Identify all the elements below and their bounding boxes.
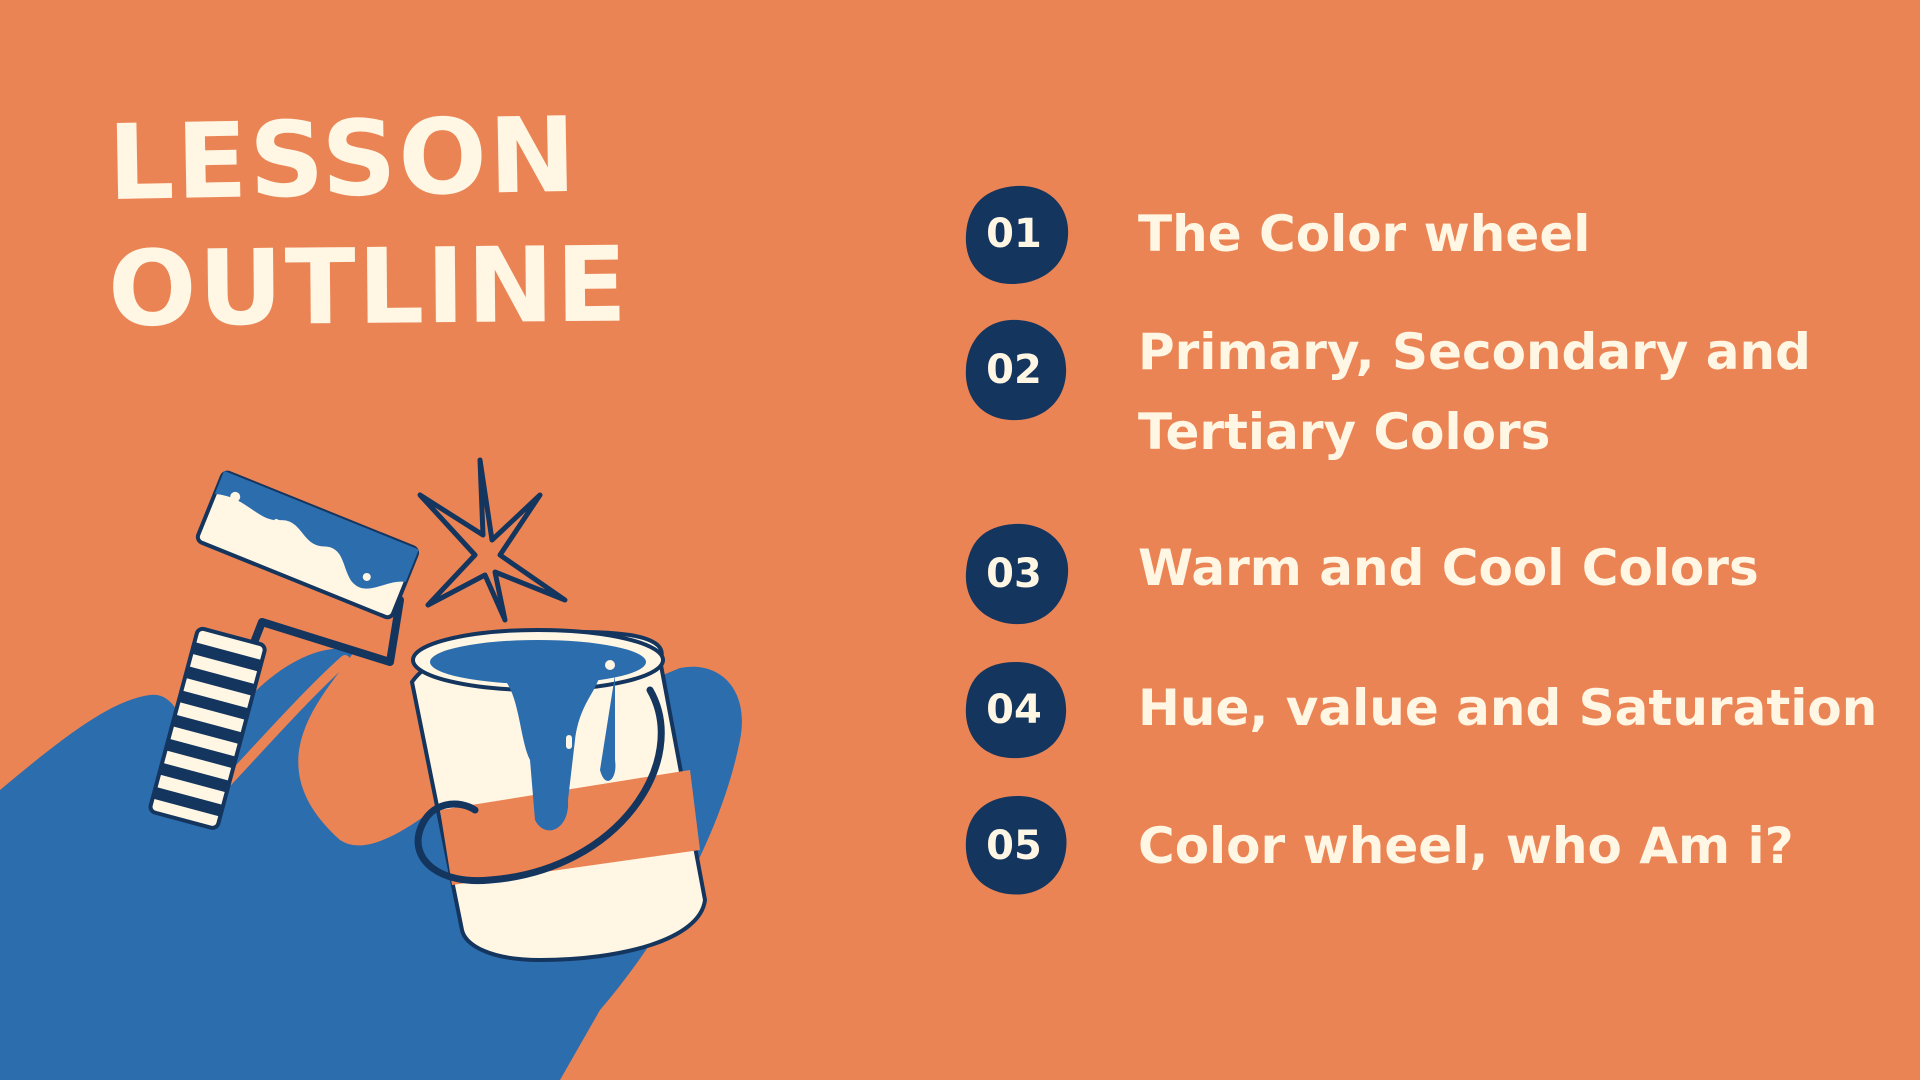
item-number: 01 [986,211,1042,257]
number-badge: 02 [960,316,1072,424]
number-badge: 05 [960,792,1072,900]
item-number: 05 [986,823,1042,869]
title-line-2: OUTLINE [107,223,630,350]
item-label-line-2: Tertiary Colors [1138,403,1551,461]
item-label: Hue, value and Saturation [1138,679,1878,737]
sparkle-icon [417,457,568,623]
number-badge: 01 [960,180,1072,288]
item-label-line-1: Primary, Secondary and [1138,323,1811,381]
item-label: The Color wheel [1138,205,1591,263]
item-label: Warm and Cool Colors [1138,539,1759,597]
number-badge: 03 [960,520,1072,628]
item-number: 02 [986,347,1042,393]
number-badge: 04 [960,656,1072,764]
item-number: 03 [986,551,1042,597]
painting-illustration [0,457,742,1080]
title-line-1: LESSON [106,93,579,224]
item-number: 04 [986,687,1042,733]
page-title: LESSON OUTLINE [107,94,630,352]
slide: LESSON OUTLINE 01 The Color wheel 02 Pri… [0,0,1920,1080]
item-label: Color wheel, who Am i? [1138,817,1794,875]
